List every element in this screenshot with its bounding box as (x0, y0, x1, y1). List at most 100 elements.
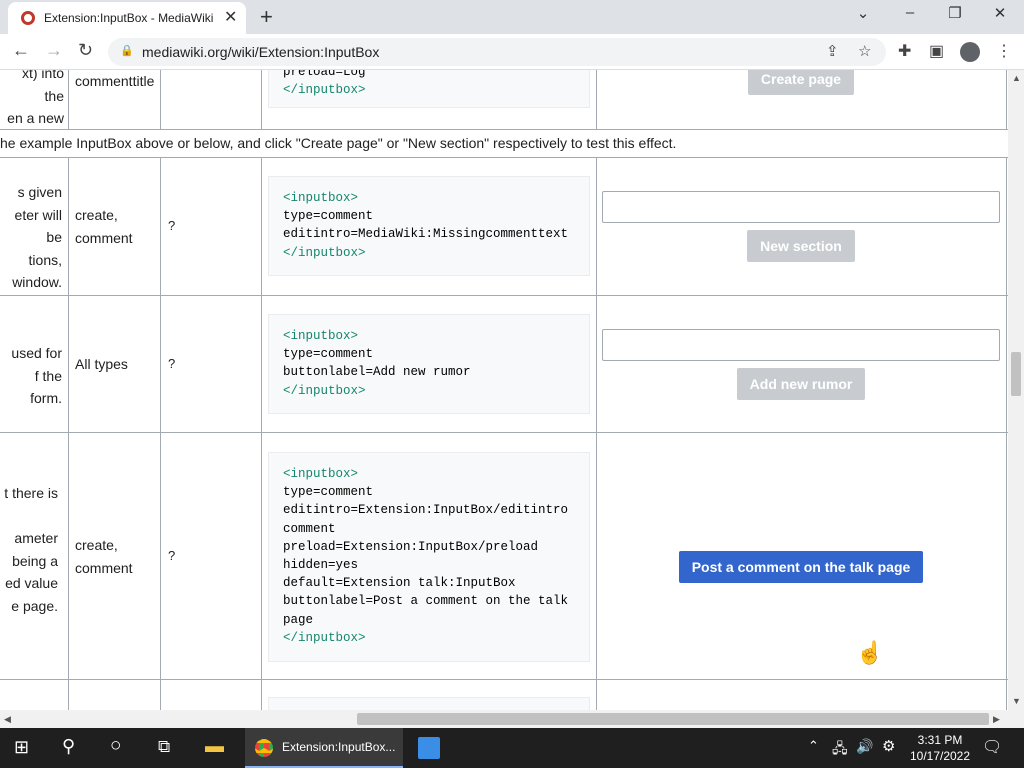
code-example: <inputbox> type=comment buttonlabel=Add ne… (268, 314, 590, 414)
description-line: ameter (14, 530, 58, 546)
task-view-icon[interactable]: ⧉ (158, 737, 170, 777)
description-line: used for (11, 345, 62, 361)
forward-arrow-icon[interactable]: → (45, 40, 63, 61)
code-line: <inputbox> (283, 191, 359, 205)
column-divider (261, 70, 262, 710)
reload-icon[interactable]: ↻ (78, 40, 93, 61)
code-line: </inputbox> (283, 245, 366, 260)
code-line: buttonlabel=Post a comment on the talk (283, 594, 569, 609)
description-line: ed value (5, 575, 58, 591)
profile-avatar-icon[interactable] (960, 42, 980, 62)
chrome-menu-icon[interactable]: ⋮ (996, 41, 1012, 61)
code-line: preload=Extension:InputBox/preload (283, 539, 539, 554)
url-text[interactable]: mediawiki.org/wiki/Extension:InputBox (142, 44, 379, 60)
horizontal-scroll-thumb[interactable] (357, 713, 989, 725)
code-line: comment (283, 521, 336, 536)
cortana-icon[interactable]: ○ (110, 735, 121, 775)
column-divider (596, 70, 597, 710)
taskbar-chrome-app[interactable]: Extension:InputBox... (245, 728, 403, 768)
vertical-scroll-thumb[interactable] (1011, 352, 1021, 396)
search-icon[interactable]: ⚲ (62, 736, 75, 776)
note-text: he example InputBox above or below, and … (0, 135, 677, 151)
tab-title: Extension:InputBox - MediaWiki (44, 11, 214, 25)
code-line: page (283, 612, 314, 627)
type-cell: All types (75, 356, 128, 372)
window-close-icon[interactable]: ✕ (980, 4, 1020, 22)
code-line: <inputbox> (283, 329, 359, 343)
address-bar[interactable]: 🔒 mediawiki.org/wiki/Extension:InputBox … (108, 38, 886, 66)
row-divider (0, 432, 1008, 433)
hand-cursor-icon: ☝ (856, 640, 884, 665)
lock-icon: 🔒 (120, 45, 134, 57)
scroll-left-arrow-icon[interactable]: ◀ (4, 714, 11, 725)
description-line: en a new (7, 110, 64, 126)
type-line: comment (75, 229, 133, 246)
description-line: f the form. (30, 367, 62, 407)
description-line: e page. (11, 597, 58, 614)
network-icon[interactable]: 🖧 (832, 738, 848, 778)
extensions-puzzle-icon[interactable]: ✚ (898, 41, 911, 61)
description-cell: xt) into the en a new (0, 70, 64, 130)
default-cell: ? (168, 548, 176, 563)
file-explorer-icon[interactable]: ▬ (205, 736, 224, 776)
taskbar-app-label: Extension:InputBox... (282, 740, 396, 754)
description-line: t there is (4, 485, 58, 501)
side-panel-icon[interactable]: ▣ (929, 41, 944, 61)
horizontal-scrollbar[interactable]: ◀ ▶ (0, 710, 1024, 728)
tab-close-icon[interactable]: ✕ (224, 7, 237, 27)
type-line: comment (75, 559, 133, 576)
code-line: hidden=yes (283, 558, 359, 573)
new-section-button[interactable]: New section (747, 230, 855, 262)
show-hidden-icons-chevron-icon[interactable]: ⌃ (808, 738, 819, 778)
settings-gear-icon[interactable]: ⚙ (882, 737, 895, 777)
browser-tab-active[interactable]: Extension:InputBox - MediaWiki ✕ (8, 2, 246, 34)
code-line: editintro=MediaWiki:Missingcommenttext (283, 227, 569, 242)
row-divider (0, 129, 1008, 130)
type-line: create, (75, 207, 118, 223)
notifications-icon[interactable]: 🗨 (982, 737, 1002, 777)
row-divider (0, 679, 1008, 680)
code-line: type=comment (283, 485, 374, 500)
rumor-input[interactable] (602, 329, 1000, 361)
code-example (268, 697, 590, 710)
parameter-cell: commenttitle (75, 73, 155, 89)
new-tab-icon[interactable]: + (260, 4, 273, 30)
back-arrow-icon[interactable]: ← (12, 40, 30, 61)
minimize-icon[interactable]: – (890, 4, 930, 21)
vertical-scrollbar[interactable]: ▲ ▼ (1008, 70, 1024, 710)
description-line (0, 505, 58, 528)
browser-toolbar: ← → ↻ 🔒 mediawiki.org/wiki/Extension:Inp… (0, 34, 1024, 70)
column-divider (1006, 70, 1007, 710)
row-divider (0, 295, 1008, 296)
taskbar-clock[interactable]: 3:31 PM 10/17/2022 (908, 732, 972, 764)
share-icon[interactable]: ⇪ (826, 42, 839, 60)
scroll-down-arrow-icon[interactable]: ▼ (1012, 696, 1021, 706)
scroll-right-arrow-icon[interactable]: ▶ (993, 714, 1000, 725)
default-cell: ? (168, 356, 176, 371)
code-line: type=comment (283, 209, 374, 224)
clock-date: 10/17/2022 (909, 749, 971, 763)
windows-taskbar: ⊞ ⚲ ○ ⧉ ▬ Extension:InputBox... ⌃ 🖧 🔊 ⚙ … (0, 728, 1024, 768)
tab-search-chevron-icon[interactable]: ⌄ (843, 4, 883, 22)
description-line: xt) into the (21, 70, 64, 104)
type-line: create, (75, 537, 118, 553)
comment-title-input[interactable] (602, 191, 1000, 223)
sandbox-app-icon[interactable] (418, 737, 440, 759)
code-example: preload=Log </inputbox> (268, 70, 590, 108)
add-new-rumor-button[interactable]: Add new rumor (737, 368, 865, 400)
type-cell: create, comment (75, 204, 133, 249)
post-comment-button[interactable]: Post a comment on the talk page (679, 551, 923, 583)
code-line: </inputbox> (283, 83, 366, 98)
bookmark-star-icon[interactable]: ☆ (858, 42, 871, 60)
description-cell: s given eter will be tions, window. (0, 181, 62, 294)
description-line: s given (17, 184, 62, 200)
description-line: window. (12, 274, 62, 290)
create-page-button[interactable]: Create page (748, 70, 854, 95)
volume-icon[interactable]: 🔊 (856, 738, 873, 778)
scroll-up-arrow-icon[interactable]: ▲ (1012, 73, 1021, 83)
code-line: editintro=Extension:InputBox/editintro (283, 503, 569, 518)
windows-start-icon[interactable]: ⊞ (14, 737, 29, 777)
code-example: <inputbox> type=comment editintro=MediaWik… (268, 176, 590, 276)
code-line: preload=Log (283, 70, 366, 79)
maximize-icon[interactable]: ❐ (935, 4, 975, 22)
